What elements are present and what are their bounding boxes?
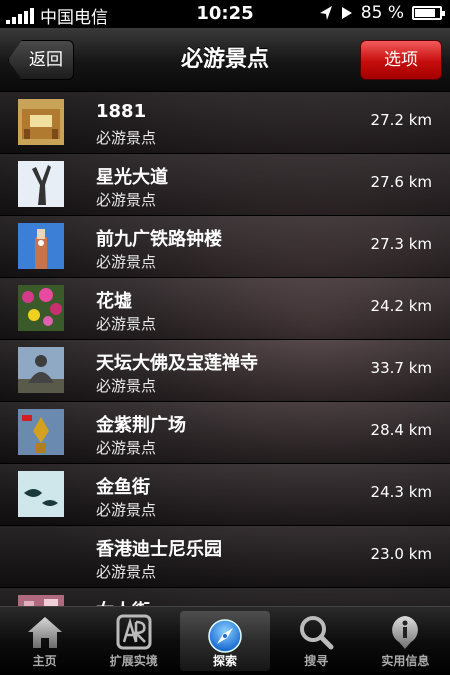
place-distance: 28.4 km: [370, 421, 432, 439]
compass-icon: [208, 619, 242, 653]
tab-label: 搜寻: [304, 654, 329, 668]
place-distance: 33.7 km: [370, 359, 432, 377]
place-name: 金鱼街: [96, 477, 150, 498]
thumbnail-clock-tower: [18, 223, 64, 269]
list-item[interactable]: 香港迪士尼乐园 必游景点 23.0 km: [0, 526, 450, 588]
place-distance: 27.3 km: [370, 235, 432, 253]
list-item[interactable]: 花墟 必游景点 24.2 km: [0, 278, 450, 340]
tab-ar[interactable]: 扩展实境: [89, 607, 178, 675]
navigation-bar: 返回 必游景点 选项: [0, 28, 450, 92]
thumbnail-big-buddha: [18, 347, 64, 393]
thumbnail-flower-market: [18, 285, 64, 331]
battery-percent: 85 %: [360, 3, 404, 23]
list-item[interactable]: 1881 必游景点 27.2 km: [0, 92, 450, 154]
tab-explore[interactable]: 探索: [180, 611, 270, 671]
status-right: 85 %: [319, 3, 445, 23]
tab-info[interactable]: 实用信息: [361, 607, 450, 675]
place-category: 必游景点: [96, 377, 157, 395]
list-item[interactable]: 星光大道 必游景点 27.6 km: [0, 154, 450, 216]
places-list[interactable]: 1881 必游景点 27.2 km 星光大道 必游景点 27.6 km 前九广铁…: [0, 92, 450, 606]
list-item[interactable]: 天坛大佛及宝莲禅寺 必游景点 33.7 km: [0, 340, 450, 402]
list-item[interactable]: 金鱼街 必游景点 24.3 km: [0, 464, 450, 526]
place-category: 必游景点: [96, 439, 157, 457]
thumbnail-golden-bauhinia: [18, 409, 64, 455]
place-category: 必游景点: [96, 129, 157, 147]
list-item[interactable]: 女人街: [0, 588, 450, 606]
tab-label: 主页: [32, 654, 57, 668]
place-distance: 27.6 km: [370, 173, 432, 191]
thumbnail-avenue-of-stars: [18, 161, 64, 207]
thumbnail-ladies-market: [18, 595, 64, 606]
tab-label: 实用信息: [381, 654, 430, 668]
play-icon: [341, 7, 352, 19]
tab-bar: 主页 扩展实境 探索 搜寻 实用信息: [0, 606, 450, 675]
place-name: 前九广铁路钟楼: [96, 229, 222, 250]
thumbnail-1881: [18, 99, 64, 145]
place-category: 必游景点: [96, 253, 157, 271]
tab-search[interactable]: 搜寻: [272, 607, 361, 675]
place-category: 必游景点: [96, 501, 157, 519]
place-name: 星光大道: [96, 167, 168, 188]
thumbnail-goldfish-market: [18, 471, 64, 517]
ar-icon: [116, 614, 152, 650]
place-name: 1881: [96, 101, 147, 122]
place-distance: 24.3 km: [370, 483, 432, 501]
list-item[interactable]: 金紫荆广场 必游景点 28.4 km: [0, 402, 450, 464]
place-distance: 23.0 km: [370, 545, 432, 563]
home-icon: [27, 617, 62, 648]
tab-home[interactable]: 主页: [0, 607, 89, 675]
status-bar: 中国电信 10:25 85 %: [0, 0, 450, 28]
list-item[interactable]: 前九广铁路钟楼 必游景点 27.3 km: [0, 216, 450, 278]
options-button[interactable]: 选项: [360, 40, 442, 80]
battery-icon: [412, 6, 445, 20]
place-name: 金紫荆广场: [96, 415, 186, 436]
search-icon: [300, 616, 334, 650]
battery-fill: [415, 9, 436, 17]
location-icon: [319, 6, 332, 20]
place-name: 天坛大佛及宝莲禅寺: [96, 353, 258, 374]
info-icon: [392, 616, 419, 649]
place-name: 花墟: [96, 291, 132, 312]
tab-label: 扩展实境: [109, 654, 158, 668]
place-category: 必游景点: [96, 315, 157, 333]
place-distance: 27.2 km: [370, 111, 432, 129]
place-distance: 24.2 km: [370, 297, 432, 315]
place-category: 必游景点: [96, 563, 157, 581]
place-name: 女人街: [96, 597, 150, 606]
tab-label: 探索: [213, 654, 238, 668]
place-category: 必游景点: [96, 191, 157, 209]
place-name: 香港迪士尼乐园: [96, 539, 222, 560]
